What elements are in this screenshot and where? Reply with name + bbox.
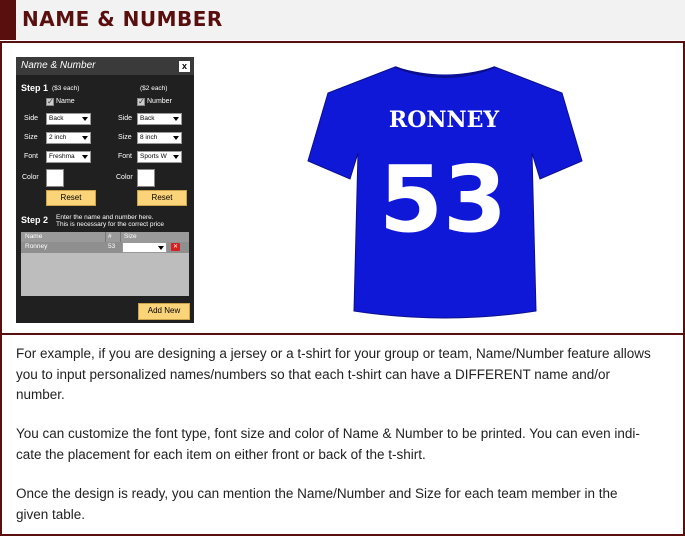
paragraph-line: number.	[16, 387, 65, 402]
step2-label: Step 2	[21, 215, 49, 225]
step2-hint-line1: Enter the name and number here.	[56, 214, 154, 221]
column-header-size: Size	[124, 233, 137, 240]
number-reset-button[interactable]: Reset	[137, 190, 187, 206]
number-price: ($2 each)	[140, 85, 168, 92]
name-number-dialog: Name & Number x Step 1 ($3 each) ($2 eac…	[16, 57, 194, 323]
name-size-select[interactable]: 2 inch	[46, 132, 91, 144]
chevron-down-icon	[82, 136, 88, 140]
tshirt-preview: RONNEY 53	[307, 66, 583, 319]
chevron-down-icon	[158, 246, 164, 250]
number-font-label: Font	[118, 153, 133, 160]
section-title: NAME & NUMBER	[22, 7, 223, 31]
paragraph-line: you to input personalized names/numbers …	[16, 366, 611, 382]
column-header-name: Name	[25, 233, 43, 240]
name-checkbox-label: Name	[56, 98, 75, 105]
number-side-select[interactable]: Back	[137, 113, 182, 125]
row-name-value[interactable]: Ronney	[25, 243, 47, 250]
delete-row-icon[interactable]: ✕	[171, 243, 180, 251]
name-color-label: Color	[22, 174, 39, 181]
name-side-label: Side	[24, 115, 39, 122]
number-color-label: Color	[116, 174, 133, 181]
paragraph-line: For example, if you are designing a jers…	[16, 346, 651, 361]
paragraph-line: given table.	[16, 506, 86, 522]
paragraph-table: Once the design is ready, you can mentio…	[16, 484, 680, 525]
chevron-down-icon	[173, 117, 179, 121]
step1-label: Step 1	[21, 83, 49, 93]
chevron-down-icon	[82, 117, 88, 121]
name-price: ($3 each)	[52, 85, 80, 92]
feature-panel: Name & Number x Step 1 ($3 each) ($2 eac…	[0, 41, 685, 536]
name-color-picker[interactable]	[46, 169, 64, 187]
number-color-picker[interactable]	[137, 169, 155, 187]
number-size-value: 8 inch	[140, 134, 158, 141]
number-font-value: Sports W	[140, 153, 167, 160]
paragraph-line: You can customize the font type, font si…	[16, 426, 640, 441]
number-side-label: Side	[118, 115, 133, 122]
number-font-select[interactable]: Sports W	[137, 151, 182, 163]
dialog-title: Name & Number	[21, 60, 96, 71]
add-new-button[interactable]: Add New	[138, 303, 190, 320]
team-table: Name # Size Ronney 53 ✕	[21, 232, 189, 296]
name-font-value: Freshma	[49, 153, 75, 160]
section-divider	[2, 333, 683, 335]
name-size-label: Size	[24, 134, 38, 141]
number-checkbox-label: Number	[147, 98, 172, 105]
name-size-value: 2 inch	[49, 134, 67, 141]
chevron-down-icon	[82, 155, 88, 159]
name-side-value: Back	[49, 115, 64, 122]
number-size-label: Size	[118, 134, 132, 141]
dialog-title-bar: Name & Number x	[16, 57, 194, 75]
number-side-value: Back	[140, 115, 155, 122]
step2-hint-line2: This is necessary for the correct price	[56, 221, 165, 228]
row-size-select[interactable]	[122, 242, 167, 253]
header-accent-bar	[0, 0, 16, 40]
row-number-value[interactable]: 53	[108, 243, 115, 250]
paragraph-line: Once the design is ready, you can mentio…	[16, 486, 618, 501]
number-checkbox[interactable]	[137, 97, 145, 106]
tshirt-name-print: RONNEY	[389, 107, 499, 133]
paragraph-intro: For example, if you are designing a jers…	[16, 344, 680, 406]
paragraph-line: cate the placement for each item on eith…	[16, 446, 426, 462]
name-font-select[interactable]: Freshma	[46, 151, 91, 163]
tshirt-number-print: 53	[379, 146, 507, 253]
name-font-label: Font	[24, 153, 39, 160]
close-icon[interactable]: x	[179, 61, 190, 72]
chevron-down-icon	[173, 155, 179, 159]
section-header: NAME & NUMBER	[0, 0, 685, 40]
name-checkbox[interactable]	[46, 97, 54, 106]
name-reset-button[interactable]: Reset	[46, 190, 96, 206]
number-size-select[interactable]: 8 inch	[137, 132, 182, 144]
column-header-number: #	[108, 233, 112, 240]
chevron-down-icon	[173, 136, 179, 140]
name-side-select[interactable]: Back	[46, 113, 91, 125]
paragraph-customize: You can customize the font type, font si…	[16, 424, 680, 465]
